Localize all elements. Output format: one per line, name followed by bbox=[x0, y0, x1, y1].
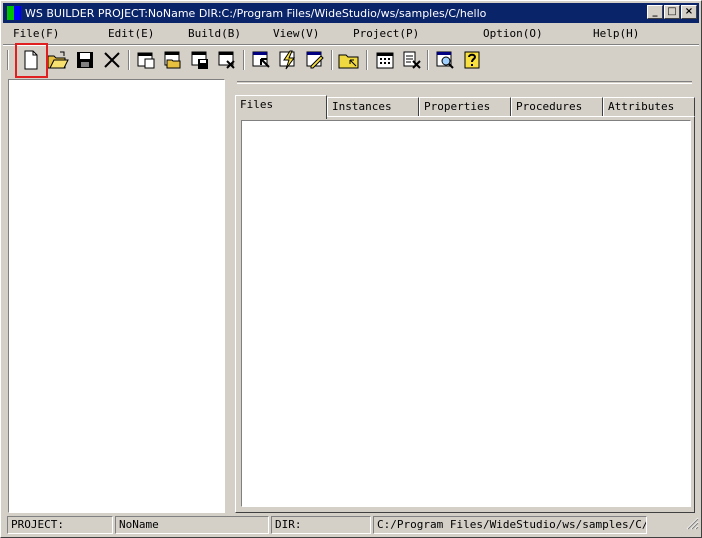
tab-procedures[interactable]: Procedures bbox=[511, 97, 603, 117]
menu-file[interactable]: File(F) bbox=[13, 27, 59, 40]
menu-bar: File(F) Edit(E) Build(B) View(V) Project… bbox=[3, 25, 699, 43]
save-window-icon[interactable] bbox=[188, 48, 212, 72]
help-question-icon[interactable] bbox=[460, 48, 484, 72]
preview-icon[interactable] bbox=[433, 48, 457, 72]
toolbar-separator bbox=[366, 50, 368, 70]
select-window-icon[interactable] bbox=[249, 48, 273, 72]
calendar-icon[interactable] bbox=[373, 48, 397, 72]
toolbar-separator bbox=[7, 50, 9, 70]
open-window-icon[interactable] bbox=[161, 48, 185, 72]
delete-instance-icon[interactable] bbox=[400, 48, 424, 72]
tab-files[interactable]: Files bbox=[235, 95, 327, 119]
status-project-value: NoName bbox=[115, 516, 269, 534]
status-dir-value: C:/Program Files/WideStudio/ws/samples/C… bbox=[373, 516, 647, 534]
folder-icon[interactable] bbox=[337, 48, 361, 72]
menu-edit[interactable]: Edit(E) bbox=[108, 27, 154, 40]
close-x-icon[interactable] bbox=[100, 48, 124, 72]
window-title: WS BUILDER PROJECT:NoName DIR:C:/Program… bbox=[25, 6, 487, 20]
toolbar-separator bbox=[331, 50, 333, 70]
splitter-bar[interactable] bbox=[237, 81, 692, 84]
close-button[interactable]: × bbox=[681, 5, 697, 19]
save-disk-icon[interactable] bbox=[73, 48, 97, 72]
build-lightning-icon[interactable] bbox=[276, 48, 300, 72]
resize-grip-icon[interactable] bbox=[685, 516, 699, 530]
status-project-label: PROJECT: bbox=[7, 516, 113, 534]
menu-option[interactable]: Option(O) bbox=[483, 27, 543, 40]
minimize-button[interactable]: _ bbox=[647, 5, 663, 19]
app-logo-icon bbox=[7, 6, 21, 20]
toolbar-separator bbox=[243, 50, 245, 70]
title-bar[interactable]: WS BUILDER PROJECT:NoName DIR:C:/Program… bbox=[3, 3, 699, 23]
edit-window-icon[interactable] bbox=[303, 48, 327, 72]
status-dir-label: DIR: bbox=[271, 516, 371, 534]
new-window-icon[interactable] bbox=[134, 48, 158, 72]
maximize-button[interactable]: □ bbox=[664, 5, 680, 19]
tab-attributes[interactable]: Attributes bbox=[603, 97, 695, 117]
close-window-icon[interactable] bbox=[215, 48, 239, 72]
toolbar-separator bbox=[427, 50, 429, 70]
files-list[interactable] bbox=[241, 120, 691, 507]
tab-strip: Files Instances Properties Procedures At… bbox=[235, 95, 695, 119]
toolbar-separator bbox=[128, 50, 130, 70]
open-folder-icon[interactable] bbox=[46, 48, 70, 72]
toolbar bbox=[7, 47, 697, 73]
menu-help[interactable]: Help(H) bbox=[593, 27, 639, 40]
menu-project[interactable]: Project(P) bbox=[353, 27, 419, 40]
tab-instances[interactable]: Instances bbox=[327, 97, 419, 117]
main-window: WS BUILDER PROJECT:NoName DIR:C:/Program… bbox=[0, 0, 702, 538]
menu-separator bbox=[3, 44, 699, 46]
highlight-box bbox=[15, 43, 48, 78]
project-tree-panel[interactable] bbox=[8, 79, 225, 513]
tab-properties[interactable]: Properties bbox=[419, 97, 511, 117]
menu-build[interactable]: Build(B) bbox=[188, 27, 241, 40]
menu-view[interactable]: View(V) bbox=[273, 27, 319, 40]
status-bar: PROJECT: NoName DIR: C:/Program Files/Wi… bbox=[1, 516, 702, 534]
